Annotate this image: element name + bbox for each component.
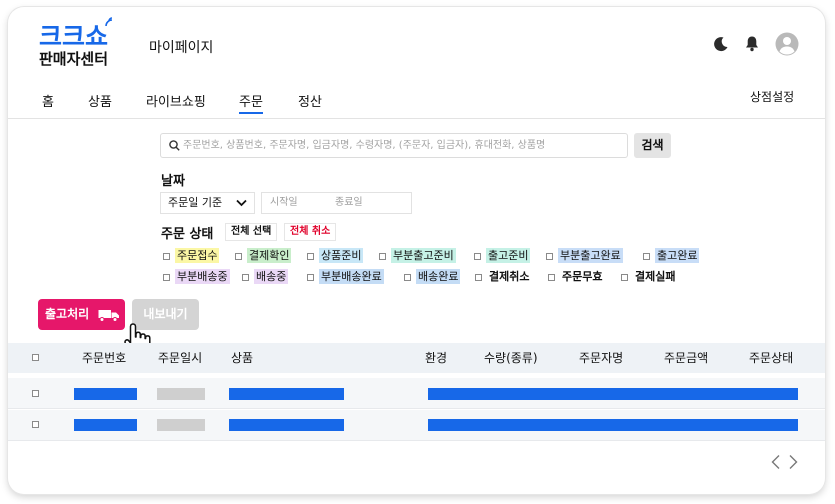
start-date-field[interactable]: 시작일 bbox=[270, 193, 298, 213]
status-checkbox[interactable] bbox=[404, 274, 411, 281]
status-label: 출고준비 bbox=[486, 248, 531, 263]
row-checkbox[interactable] bbox=[32, 390, 39, 397]
live-signal-icon bbox=[105, 17, 113, 27]
status-checkbox[interactable] bbox=[548, 274, 555, 281]
ship-process-button[interactable]: 출고처리 bbox=[38, 299, 125, 330]
status-label: 결제취소 bbox=[489, 270, 530, 283]
nav-products[interactable]: 상품 bbox=[88, 91, 112, 110]
select-all-button[interactable]: 전체 선택 bbox=[225, 223, 278, 241]
table-row[interactable] bbox=[8, 410, 825, 441]
status-checkbox[interactable] bbox=[474, 253, 481, 260]
column-order-number: 주문번호 bbox=[82, 351, 127, 365]
status-label: 부분출고완료 bbox=[558, 248, 623, 263]
deselect-all-button[interactable]: 전체 취소 bbox=[284, 223, 337, 241]
previous-page-icon[interactable] bbox=[770, 454, 782, 470]
column-orderer-name: 주문자명 bbox=[579, 351, 624, 365]
status-checkbox[interactable] bbox=[621, 274, 628, 281]
chevron-down-icon bbox=[236, 199, 247, 207]
row-checkbox[interactable] bbox=[32, 421, 39, 428]
column-product: 상품 bbox=[231, 351, 254, 365]
status-label: 상품준비 bbox=[319, 248, 364, 263]
next-page-icon[interactable] bbox=[787, 454, 799, 470]
table-row[interactable] bbox=[8, 378, 825, 409]
search-input[interactable] bbox=[183, 134, 623, 157]
status-checkbox[interactable] bbox=[379, 253, 386, 260]
column-order-status: 주문상태 bbox=[749, 351, 794, 365]
status-checkbox[interactable] bbox=[643, 253, 650, 260]
nav-store-settings[interactable]: 상점설정 bbox=[750, 88, 794, 105]
status-label: 주문무효 bbox=[562, 270, 603, 283]
notification-bell-icon[interactable] bbox=[744, 35, 760, 52]
order-number-placeholder[interactable] bbox=[74, 419, 137, 431]
status-checkbox[interactable] bbox=[546, 253, 553, 260]
product-placeholder[interactable] bbox=[229, 419, 344, 431]
page-title: 마이페이지 bbox=[149, 40, 214, 56]
app-window: 크크쇼 판매자센터 마이페이지 홈 상품 라이브쇼핑 주문 정산 상점설정 검색… bbox=[8, 7, 825, 494]
user-avatar-icon[interactable] bbox=[775, 32, 799, 56]
status-label: 결제확인 bbox=[247, 248, 292, 263]
dark-mode-moon-icon[interactable] bbox=[713, 36, 729, 52]
logo-text-bottom[interactable]: 판매자센터 bbox=[39, 50, 108, 68]
date-range-picker[interactable]: 시작일 종료일 bbox=[261, 192, 412, 214]
search-icon bbox=[169, 140, 180, 151]
order-date-placeholder bbox=[157, 419, 205, 431]
column-quantity: 수량(종류) bbox=[484, 351, 538, 365]
date-basis-value: 주문일 기준 bbox=[168, 196, 223, 209]
column-order-amount: 주문금액 bbox=[664, 351, 709, 365]
status-label: 출고완료 bbox=[655, 248, 700, 263]
date-basis-select[interactable]: 주문일 기준 bbox=[160, 192, 255, 214]
status-checkbox[interactable] bbox=[242, 274, 249, 281]
date-label: 날짜 bbox=[161, 174, 185, 189]
select-all-rows-checkbox[interactable] bbox=[32, 354, 39, 361]
order-date-placeholder bbox=[157, 388, 205, 400]
order-details-placeholder bbox=[428, 388, 798, 400]
search-button[interactable]: 검색 bbox=[634, 133, 671, 158]
status-label: 배송완료 bbox=[416, 269, 461, 284]
truck-icon bbox=[98, 310, 119, 322]
nav-live-shopping[interactable]: 라이브쇼핑 bbox=[146, 91, 206, 110]
product-placeholder[interactable] bbox=[229, 388, 344, 400]
status-checkbox[interactable] bbox=[307, 274, 314, 281]
status-checkbox[interactable] bbox=[163, 274, 170, 281]
status-label: 배송중 bbox=[254, 269, 289, 284]
nav-home[interactable]: 홈 bbox=[42, 91, 54, 110]
end-date-field[interactable]: 종료일 bbox=[335, 193, 363, 213]
status-checkbox[interactable] bbox=[235, 253, 242, 260]
status-checkbox[interactable] bbox=[475, 274, 482, 281]
column-order-date: 주문일시 bbox=[158, 351, 203, 365]
search-box bbox=[160, 133, 628, 158]
logo-text-top[interactable]: 크크쇼 bbox=[39, 24, 108, 50]
status-checkbox[interactable] bbox=[163, 253, 170, 260]
nav-divider bbox=[8, 118, 825, 119]
status-label: 주문접수 bbox=[175, 248, 220, 263]
status-label: 결제실패 bbox=[635, 270, 676, 283]
status-label: 부분배송완료 bbox=[319, 269, 384, 284]
column-environment: 환경 bbox=[425, 351, 448, 365]
order-status-label: 주문 상태 bbox=[161, 227, 214, 242]
order-details-placeholder bbox=[428, 419, 798, 431]
nav-settlement[interactable]: 정산 bbox=[298, 91, 322, 110]
status-label: 부분출고준비 bbox=[391, 248, 456, 263]
order-number-placeholder[interactable] bbox=[74, 388, 137, 400]
ship-process-label: 출고처리 bbox=[45, 307, 90, 321]
status-label: 부분배송중 bbox=[175, 269, 230, 284]
nav-orders[interactable]: 주문 bbox=[239, 91, 263, 114]
status-checkbox[interactable] bbox=[307, 253, 314, 260]
